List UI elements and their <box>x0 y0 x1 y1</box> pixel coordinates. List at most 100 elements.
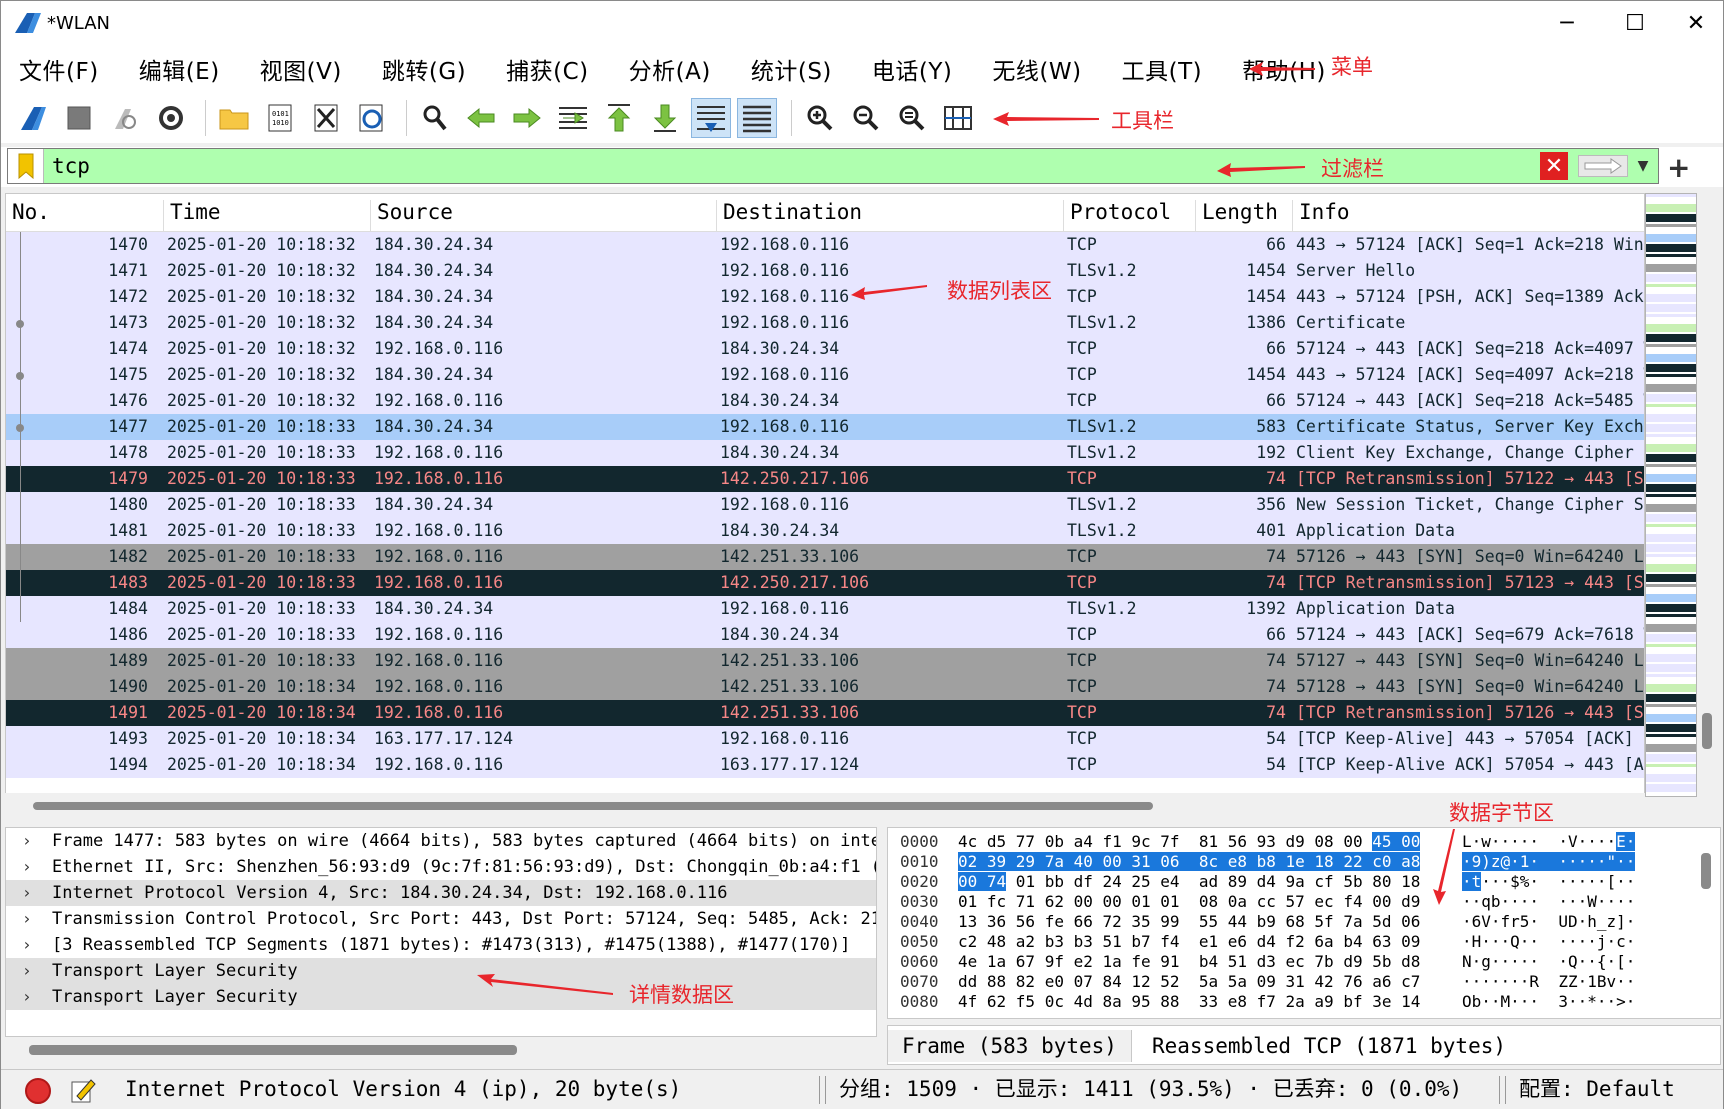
column-header-info[interactable]: Info <box>1293 200 1644 232</box>
detail-row-tls[interactable]: › Transport Layer Security <box>6 984 876 1010</box>
add-filter-button[interactable]: + <box>1667 151 1690 184</box>
column-header-length[interactable]: Length <box>1196 200 1293 232</box>
byte-ascii[interactable]: ·9)z@·1· ·····"·· <box>1462 852 1636 872</box>
expand-arrow-icon[interactable]: › <box>22 932 32 958</box>
byte-ascii[interactable]: ·t···$%· ·····[·· <box>1462 872 1635 892</box>
expand-arrow-icon[interactable]: › <box>22 828 32 854</box>
resize-columns-button[interactable] <box>938 98 978 138</box>
packet-list-hscroll-thumb[interactable] <box>33 802 1153 810</box>
detail-row-tcp[interactable]: › Transmission Control Protocol, Src Port… <box>6 906 876 932</box>
expand-arrow-icon[interactable]: › <box>22 854 32 880</box>
packet-minimap[interactable] <box>1645 193 1697 797</box>
menu-tools[interactable]: 工具(T) <box>1122 52 1203 86</box>
packet-row[interactable]: 1475 2025-01-20 10:18:32 184.30.24.34 192.1… <box>6 362 1644 388</box>
apply-filter-button[interactable] <box>1578 155 1628 177</box>
restart-capture-button[interactable] <box>105 98 145 138</box>
filter-history-dropdown[interactable]: ▼ <box>1630 149 1656 183</box>
column-header-source[interactable]: Source <box>371 200 717 232</box>
packet-row[interactable]: 1471 2025-01-20 10:18:32 184.30.24.34 192.1… <box>6 258 1644 284</box>
maximize-button[interactable]: ☐ <box>1601 1 1669 45</box>
packet-row[interactable]: 1478 2025-01-20 10:18:33 192.168.0.116 184.… <box>6 440 1644 466</box>
byte-row[interactable]: 0050 c2 48 a2 b3 b3 51 b7 f4 e1 e6 d4 f2 … <box>888 932 1708 952</box>
auto-scroll-button[interactable] <box>691 98 731 138</box>
packet-row[interactable]: 1489 2025-01-20 10:18:33 192.168.0.116 142.… <box>6 648 1644 674</box>
details-hscroll-thumb[interactable] <box>29 1045 517 1055</box>
packet-row[interactable]: 1476 2025-01-20 10:18:32 192.168.0.116 184.… <box>6 388 1644 414</box>
byte-hex[interactable]: 00 74 01 bb df 24 25 e4 ad 89 d4 9a cf 5… <box>958 872 1420 892</box>
bytes-vscroll-thumb[interactable] <box>1701 853 1711 889</box>
byte-row[interactable]: 0080 4f 62 f5 0c 4d 8a 95 88 33 e8 f7 2a … <box>888 992 1708 1012</box>
menu-analyze[interactable]: 分析(A) <box>629 52 711 86</box>
zoom-out-button[interactable] <box>846 98 886 138</box>
expand-arrow-icon[interactable]: › <box>22 984 32 1010</box>
detail-row-tls[interactable]: › Transport Layer Security <box>6 958 876 984</box>
start-capture-button[interactable] <box>13 98 53 138</box>
menu-edit[interactable]: 编辑(E) <box>139 52 220 86</box>
packet-list-hscrollbar[interactable] <box>5 793 1645 819</box>
packet-row[interactable]: 1480 2025-01-20 10:18:33 184.30.24.34 192.1… <box>6 492 1644 518</box>
menu-statistics[interactable]: 统计(S) <box>751 52 832 86</box>
normal-size-button[interactable] <box>892 98 932 138</box>
display-filter-input[interactable] <box>52 151 1252 181</box>
close-button[interactable]: ✕ <box>1669 1 1723 45</box>
detail-row-reassembled[interactable]: › [3 Reassembled TCP Segments (1871 bytes… <box>6 932 876 958</box>
column-header-time[interactable]: Time <box>164 200 371 232</box>
byte-row[interactable]: 0040 13 36 56 fe 66 72 35 99 55 44 b9 68 … <box>888 912 1708 932</box>
packet-row[interactable]: 1472 2025-01-20 10:18:32 184.30.24.34 192.1… <box>6 284 1644 310</box>
packet-list-vscroll-thumb[interactable] <box>1702 713 1712 749</box>
byte-ascii[interactable]: ·······R ZZ·1Bv·· <box>1462 972 1635 992</box>
byte-ascii[interactable]: Ob··M··· 3··*··>· <box>1462 992 1635 1012</box>
expand-arrow-icon[interactable]: › <box>22 906 32 932</box>
packet-row[interactable]: 1474 2025-01-20 10:18:32 192.168.0.116 184.… <box>6 336 1644 362</box>
packet-row[interactable]: 1483 2025-01-20 10:18:33 192.168.0.116 142.… <box>6 570 1644 596</box>
packet-row[interactable]: 1477 2025-01-20 10:18:33 184.30.24.34 192.1… <box>6 414 1644 440</box>
menu-capture[interactable]: 捕获(C) <box>506 52 589 86</box>
byte-ascii[interactable]: N·g····· ·Q··{·[· <box>1462 952 1635 972</box>
detail-row-ethernet[interactable]: › Ethernet II, Src: Shenzhen_56:93:d9 (9c… <box>6 854 876 880</box>
clear-filter-button[interactable]: ✕ <box>1540 152 1568 180</box>
packet-row[interactable]: 1493 2025-01-20 10:18:34 163.177.17.124 192… <box>6 726 1644 752</box>
packet-row[interactable]: 1494 2025-01-20 10:18:34 192.168.0.116 163.… <box>6 752 1644 778</box>
go-back-button[interactable] <box>461 98 501 138</box>
byte-ascii[interactable]: ··qb···· ···W···· <box>1462 892 1635 912</box>
packet-row[interactable]: 1491 2025-01-20 10:18:34 192.168.0.116 142.… <box>6 700 1644 726</box>
byte-row[interactable]: 0010 02 39 29 7a 40 00 31 06 8c e8 b8 1e … <box>888 852 1708 872</box>
tab-frame-bytes[interactable]: Frame (583 bytes) <box>888 1030 1132 1062</box>
packet-row[interactable]: 1486 2025-01-20 10:18:33 192.168.0.116 184.… <box>6 622 1644 648</box>
colorize-button[interactable] <box>737 98 777 138</box>
byte-hex[interactable]: 4f 62 f5 0c 4d 8a 95 88 33 e8 f7 2a a9 b… <box>958 992 1420 1012</box>
column-header-no[interactable]: No. <box>6 200 164 232</box>
tab-reassembled-bytes[interactable]: Reassembled TCP (1871 bytes) <box>1138 1030 1520 1062</box>
expand-arrow-icon[interactable]: › <box>22 958 32 984</box>
column-header-protocol[interactable]: Protocol <box>1064 200 1196 232</box>
capture-options-button[interactable] <box>151 98 191 138</box>
byte-row[interactable]: 0030 01 fc 71 62 00 00 01 01 08 0a cc 57 … <box>888 892 1708 912</box>
byte-row[interactable]: 0000 4c d5 77 0b a4 f1 9c 7f 81 56 93 d9 … <box>888 832 1708 852</box>
packet-list-vscrollbar[interactable] <box>1697 193 1717 819</box>
filter-bookmark-button[interactable] <box>8 149 44 183</box>
expand-arrow-icon[interactable]: › <box>22 880 32 906</box>
save-file-button[interactable]: 0101 1010 <box>260 98 300 138</box>
byte-hex[interactable]: 4e 1a 67 9f e2 1a fe 91 b4 51 d3 ec 7b d… <box>958 952 1420 972</box>
byte-hex[interactable]: 4c d5 77 0b a4 f1 9c 7f 81 56 93 d9 08 0… <box>958 832 1421 852</box>
go-to-packet-button[interactable] <box>553 98 593 138</box>
zoom-in-button[interactable] <box>800 98 840 138</box>
menu-go[interactable]: 跳转(G) <box>382 52 466 86</box>
byte-hex[interactable]: 13 36 56 fe 66 72 35 99 55 44 b9 68 5f 7… <box>958 912 1420 932</box>
byte-row[interactable]: 0060 4e 1a 67 9f e2 1a fe 91 b4 51 d3 ec … <box>888 952 1708 972</box>
packet-row[interactable]: 1484 2025-01-20 10:18:33 184.30.24.34 192.1… <box>6 596 1644 622</box>
status-profile[interactable]: 配置: Default <box>1519 1070 1675 1108</box>
stop-capture-button[interactable] <box>59 98 99 138</box>
capture-comment-icon[interactable] <box>69 1076 97 1104</box>
go-forward-button[interactable] <box>507 98 547 138</box>
byte-hex[interactable]: 01 fc 71 62 00 00 01 01 08 0a cc 57 ec f… <box>958 892 1420 912</box>
column-header-destination[interactable]: Destination <box>717 200 1064 232</box>
packet-row[interactable]: 1479 2025-01-20 10:18:33 192.168.0.116 142.… <box>6 466 1644 492</box>
go-first-packet-button[interactable] <box>599 98 639 138</box>
close-file-button[interactable] <box>306 98 346 138</box>
byte-hex[interactable]: dd 88 82 e0 07 84 12 52 5a 5a 09 31 42 7… <box>958 972 1420 992</box>
menu-wireless[interactable]: 无线(W) <box>992 52 1081 86</box>
menu-telephony[interactable]: 电话(Y) <box>872 52 953 86</box>
packet-row[interactable]: 1482 2025-01-20 10:18:33 192.168.0.116 142.… <box>6 544 1644 570</box>
packet-row[interactable]: 1470 2025-01-20 10:18:32 184.30.24.34 192.1… <box>6 232 1644 258</box>
